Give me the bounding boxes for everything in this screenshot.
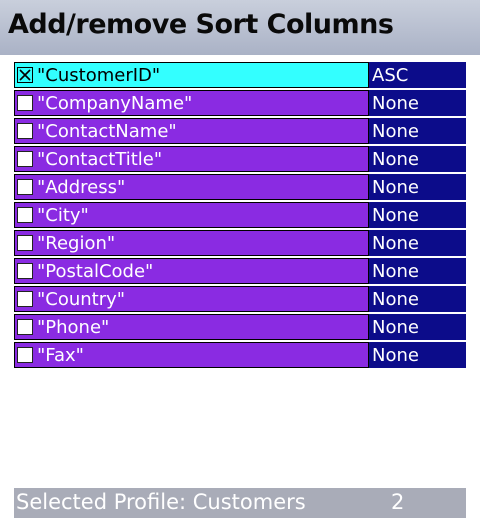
column-name-label: "Region" (37, 232, 116, 254)
sort-order-cell[interactable]: None (369, 118, 466, 144)
column-name-cell[interactable]: "ContactName" (14, 118, 369, 144)
column-name-cell[interactable]: "Phone" (14, 314, 369, 340)
checkbox-unchecked-icon[interactable] (17, 123, 33, 139)
column-name-label: "PostalCode" (37, 260, 154, 282)
column-name-label: "Address" (37, 176, 126, 198)
checkbox-unchecked-icon[interactable] (17, 347, 33, 363)
column-name-cell[interactable]: "Country" (14, 286, 369, 312)
sort-column-row[interactable]: "Fax" None (14, 342, 466, 368)
column-name-label: "Fax" (37, 344, 84, 366)
status-bar: Selected Profile: Customers 2 (14, 488, 466, 518)
sort-order-cell[interactable]: None (369, 202, 466, 228)
checkbox-checked-icon[interactable] (17, 67, 33, 83)
column-name-cell[interactable]: "CustomerID" (14, 62, 369, 88)
sort-column-row[interactable]: "PostalCode" None (14, 258, 466, 284)
sort-column-row[interactable]: "CustomerID" ASC (14, 62, 466, 88)
column-name-cell[interactable]: "Region" (14, 230, 369, 256)
column-name-label: "CustomerID" (37, 64, 161, 86)
sort-order-cell[interactable]: None (369, 314, 466, 340)
checkbox-unchecked-icon[interactable] (17, 263, 33, 279)
sort-order-cell[interactable]: None (369, 146, 466, 172)
selected-count: 2 (391, 490, 405, 514)
sort-column-row[interactable]: "ContactName" None (14, 118, 466, 144)
column-name-label: "ContactName" (37, 120, 177, 142)
column-name-cell[interactable]: "CompanyName" (14, 90, 369, 116)
sort-order-cell[interactable]: None (369, 286, 466, 312)
title-bar: Add/remove Sort Columns (0, 0, 480, 55)
sort-column-row[interactable]: "ContactTitle" None (14, 146, 466, 172)
sort-order-cell[interactable]: None (369, 258, 466, 284)
checkbox-unchecked-icon[interactable] (17, 95, 33, 111)
sort-column-row[interactable]: "Phone" None (14, 314, 466, 340)
selected-profile-label: Selected Profile: Customers (16, 490, 306, 514)
sort-order-cell[interactable]: None (369, 342, 466, 368)
column-name-label: "ContactTitle" (37, 148, 163, 170)
column-name-label: "Phone" (37, 316, 110, 338)
sort-order-cell[interactable]: None (369, 90, 466, 116)
column-name-cell[interactable]: "City" (14, 202, 369, 228)
column-name-cell[interactable]: "ContactTitle" (14, 146, 369, 172)
sort-column-row[interactable]: "City" None (14, 202, 466, 228)
checkbox-unchecked-icon[interactable] (17, 319, 33, 335)
sort-order-cell[interactable]: None (369, 230, 466, 256)
column-name-cell[interactable]: "Address" (14, 174, 369, 200)
column-name-label: "Country" (37, 288, 126, 310)
checkbox-unchecked-icon[interactable] (17, 179, 33, 195)
checkbox-unchecked-icon[interactable] (17, 151, 33, 167)
column-name-label: "CompanyName" (37, 92, 193, 114)
sort-order-cell[interactable]: ASC (369, 62, 466, 88)
sort-column-row[interactable]: "CompanyName" None (14, 90, 466, 116)
page-title: Add/remove Sort Columns (8, 9, 394, 40)
sort-column-row[interactable]: "Country" None (14, 286, 466, 312)
sort-column-row[interactable]: "Address" None (14, 174, 466, 200)
column-name-cell[interactable]: "PostalCode" (14, 258, 369, 284)
sort-column-list: "CustomerID" ASC "CompanyName" None "Con… (14, 62, 466, 370)
checkbox-unchecked-icon[interactable] (17, 235, 33, 251)
checkbox-unchecked-icon[interactable] (17, 291, 33, 307)
sort-order-cell[interactable]: None (369, 174, 466, 200)
column-name-cell[interactable]: "Fax" (14, 342, 369, 368)
sort-column-row[interactable]: "Region" None (14, 230, 466, 256)
checkbox-unchecked-icon[interactable] (17, 207, 33, 223)
column-name-label: "City" (37, 204, 89, 226)
